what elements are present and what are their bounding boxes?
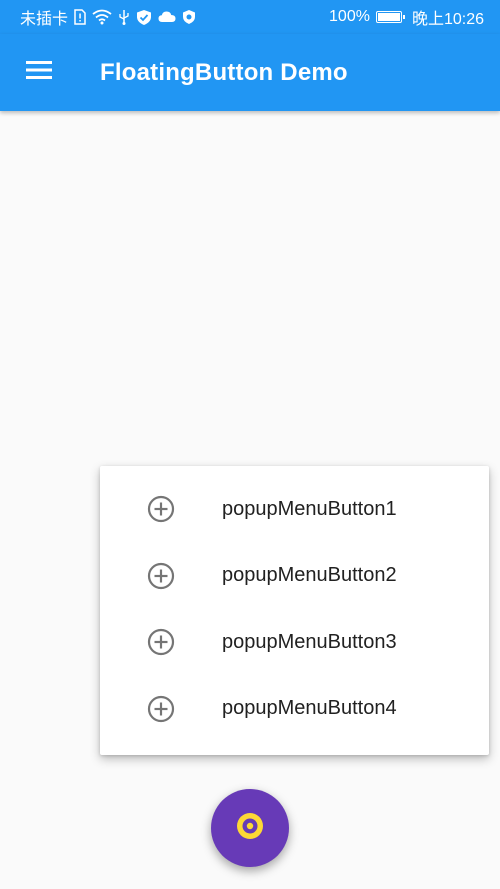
popup-menu-item-label: popupMenuButton4 <box>222 697 397 720</box>
hamburger-menu-icon <box>26 60 52 85</box>
floating-action-button[interactable] <box>211 789 289 867</box>
app-bar: FloatingButton Demo <box>0 34 500 111</box>
disc-icon <box>235 811 265 846</box>
app-title: FloatingButton Demo <box>100 58 348 86</box>
popup-menu-item-4[interactable]: popupMenuButton4 <box>100 676 489 743</box>
sim-alert-icon <box>74 8 86 26</box>
popup-menu-item-label: popupMenuButton2 <box>222 564 397 587</box>
popup-menu-item-1[interactable]: popupMenuButton1 <box>100 476 489 543</box>
add-circle-icon <box>147 695 175 723</box>
popup-menu-item-2[interactable]: popupMenuButton2 <box>100 543 489 610</box>
wifi-icon <box>92 8 112 26</box>
shield-check-icon <box>136 8 152 26</box>
popup-menu: popupMenuButton1 popupMenuButton2 popupM… <box>100 466 489 755</box>
add-circle-icon <box>147 628 175 656</box>
security-badge-icon <box>182 8 196 26</box>
battery-icon <box>375 11 405 23</box>
screen: 未插卡 100% 晚上10:26 FloatingButton Demo pop… <box>0 0 500 889</box>
battery-percent: 100% <box>329 8 370 25</box>
usb-icon <box>118 8 130 26</box>
cloud-icon <box>158 8 176 26</box>
popup-menu-item-label: popupMenuButton3 <box>222 630 397 653</box>
status-right: 100% 晚上10:26 <box>329 5 484 29</box>
menu-button[interactable] <box>0 34 78 111</box>
add-circle-icon <box>147 562 175 590</box>
popup-menu-item-3[interactable]: popupMenuButton3 <box>100 609 489 676</box>
status-bar: 未插卡 100% 晚上10:26 <box>0 0 500 34</box>
battery-fill <box>377 13 400 21</box>
clock: 晚上10:26 <box>411 11 484 28</box>
carrier-text: 未插卡 <box>20 11 69 28</box>
popup-menu-item-label: popupMenuButton1 <box>222 497 397 520</box>
add-circle-icon <box>147 495 175 523</box>
status-left: 未插卡 <box>20 5 196 29</box>
